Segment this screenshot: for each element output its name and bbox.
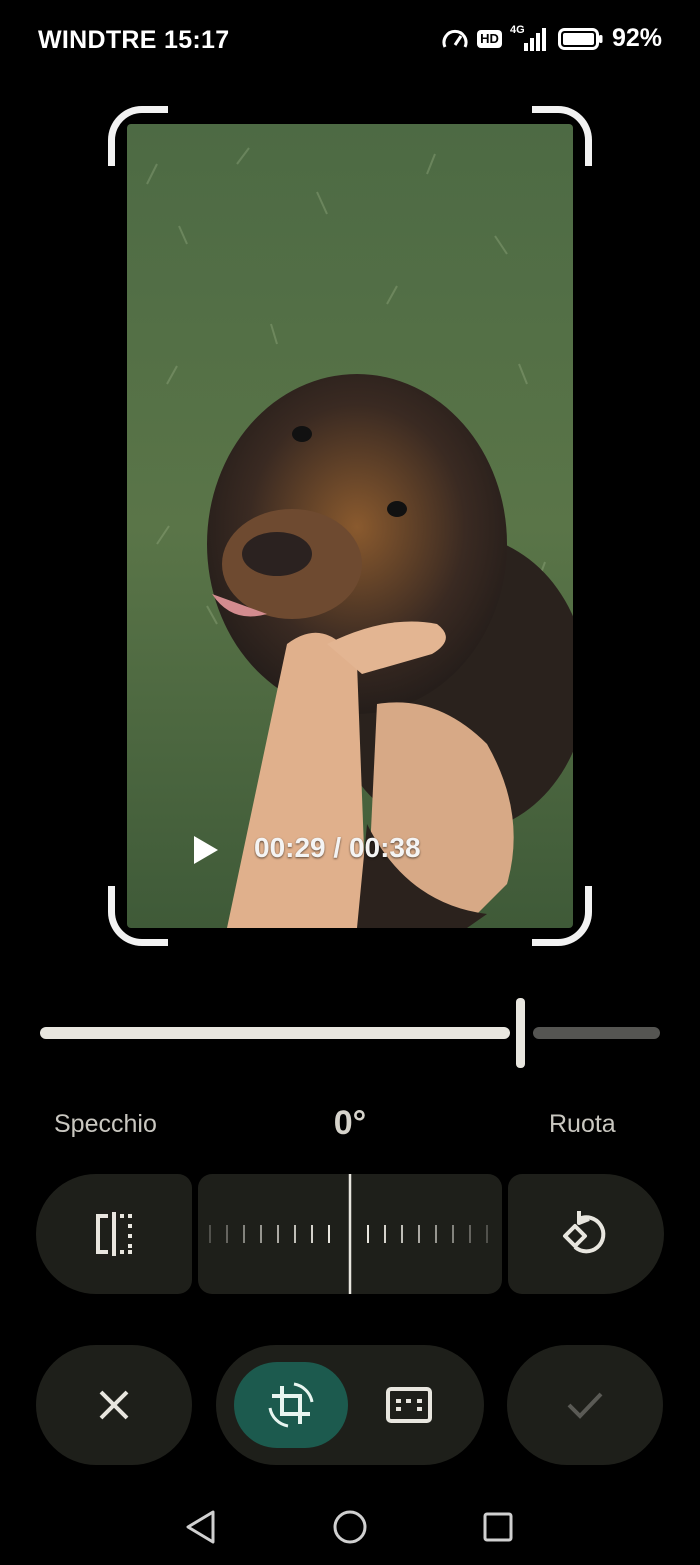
nav-back-button[interactable] [178, 1505, 222, 1549]
trim-track-remaining[interactable] [533, 1027, 660, 1039]
recents-square-icon [483, 1512, 513, 1542]
check-icon [567, 1392, 603, 1419]
speed-gauge-icon [442, 29, 468, 48]
crop-handle-top-right[interactable] [532, 106, 592, 166]
crop-rotate-tool-button[interactable] [234, 1362, 348, 1448]
video-frame-image [127, 124, 573, 928]
carrier-time: WINDTRE 15:17 [38, 26, 230, 54]
status-bar: WINDTRE 15:17 HD 4G 92% [0, 0, 700, 84]
signal-icon: 4G [510, 24, 550, 52]
rotate-button[interactable] [508, 1174, 664, 1294]
rotate-label: Ruota [549, 1110, 616, 1138]
crop-handle-bottom-right[interactable] [532, 886, 592, 946]
battery-icon [557, 27, 603, 50]
video-time: 00:29 / 00:38 [254, 832, 421, 863]
aspect-ratio-icon [386, 1387, 432, 1423]
play-icon [194, 836, 218, 864]
rotation-dial[interactable] [198, 1174, 502, 1294]
crop-handle-bottom-left[interactable] [108, 886, 168, 946]
crop-handle-top-left[interactable] [108, 106, 168, 166]
battery-percent: 92% [611, 24, 662, 52]
close-icon [99, 1390, 129, 1420]
aspect-ratio-tool-button[interactable] [366, 1362, 452, 1448]
status-icons: HD 4G 92% [441, 24, 662, 53]
mirror-button[interactable] [36, 1174, 192, 1294]
playback-scrubber[interactable] [516, 998, 525, 1068]
nav-recents-button[interactable] [476, 1505, 520, 1549]
confirm-button[interactable] [507, 1345, 663, 1465]
hd-badge: HD [477, 29, 502, 48]
rotation-dial-ticks [209, 1174, 488, 1294]
crop-rotate-icon [268, 1382, 314, 1428]
home-circle-icon [333, 1510, 367, 1544]
flip-horizontal-icon [96, 1212, 132, 1256]
video-preview[interactable] [127, 124, 573, 928]
play-button[interactable] [190, 834, 222, 866]
nav-home-button[interactable] [328, 1505, 372, 1549]
cancel-button[interactable] [36, 1345, 192, 1465]
rotate-left-icon [563, 1211, 606, 1254]
trim-track-played[interactable] [40, 1027, 510, 1039]
back-triangle-icon [186, 1510, 215, 1544]
